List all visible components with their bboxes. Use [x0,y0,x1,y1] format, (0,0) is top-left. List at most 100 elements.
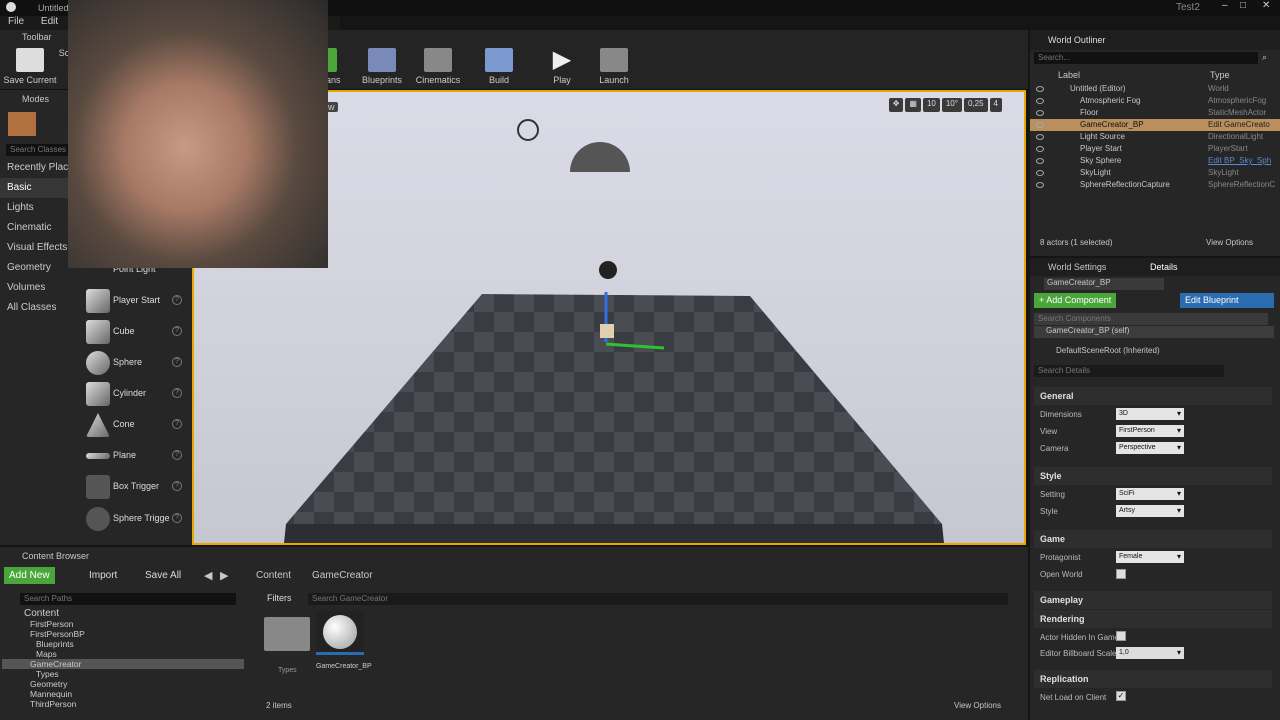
category-all-classes[interactable]: All Classes [0,298,80,318]
place-item-player-start[interactable]: Player Start? [82,287,190,315]
category-volumes[interactable]: Volumes [0,278,80,298]
place-item-cube[interactable]: Cube? [82,318,190,346]
component-self[interactable]: GameCreator_BP (self) [1034,326,1274,338]
place-item-plane[interactable]: Plane? [82,442,190,470]
tree-item[interactable]: Types [2,669,244,679]
outliner-col-label[interactable]: Label [1058,70,1080,80]
tree-item[interactable]: FirstPerson [2,619,244,629]
launch-button[interactable]: Launch [586,48,642,85]
save-all-button[interactable]: Save All [140,567,186,584]
place-item-sphere[interactable]: Sphere? [82,349,190,377]
outliner-row[interactable]: Sky Sphere Edit BP_Sky_Sph [1030,155,1280,167]
outliner-col-type[interactable]: Type [1210,70,1230,80]
help-icon[interactable]: ? [172,295,182,305]
blueprints-button[interactable]: Blueprints [354,48,410,85]
outliner-row-selected[interactable]: GameCreator_BP Edit GameCreato [1030,119,1280,131]
place-item-cylinder[interactable]: Cylinder? [82,380,190,408]
place-mode-icon[interactable] [8,112,36,136]
filters-button[interactable]: Filters [262,591,297,605]
visibility-eye-icon[interactable] [1036,182,1044,188]
help-icon[interactable]: ? [172,326,182,336]
tree-item[interactable]: FirstPersonBP [2,629,244,639]
breadcrumb-gamecreator[interactable]: GameCreator [312,570,373,581]
search-paths-input[interactable]: Search Paths [20,593,236,605]
help-icon[interactable]: ? [172,357,182,367]
place-item-cone[interactable]: Cone? [82,411,190,439]
section-style[interactable]: Style [1034,467,1272,485]
close-icon[interactable]: ✕ [1262,0,1270,11]
tree-item[interactable]: ThirdPerson [2,699,244,709]
outliner-row[interactable]: SkyLight SkyLight [1030,167,1280,179]
tree-item[interactable]: Content [2,608,244,619]
section-replication[interactable]: Replication [1034,670,1272,688]
search-components-input[interactable]: Search Components [1034,313,1268,325]
dimensions-dropdown[interactable]: 3D [1116,408,1184,420]
search-classes-input[interactable]: Search Classes [6,144,68,156]
visibility-eye-icon[interactable] [1036,134,1044,140]
visibility-eye-icon[interactable] [1036,98,1044,104]
outliner-view-options[interactable]: View Options [1206,238,1253,247]
help-icon[interactable]: ? [172,450,182,460]
place-item-sphere-trigger[interactable]: Sphere Trigge? [82,505,190,533]
content-view-options[interactable]: View Options [954,701,1001,710]
cinematics-button[interactable]: Cinematics [410,48,466,85]
import-button[interactable]: Import [84,567,122,584]
section-gameplay[interactable]: Gameplay [1034,591,1272,609]
back-arrow-icon[interactable]: ◀ [204,569,212,582]
forward-arrow-icon[interactable]: ▶ [220,569,228,582]
actor-name-field[interactable]: GameCreator_BP [1044,278,1164,290]
tree-item[interactable]: Geometry [2,679,244,689]
camera-dropdown[interactable]: Perspective [1116,442,1184,454]
visibility-eye-icon[interactable] [1036,86,1044,92]
place-item-box-trigger[interactable]: Box Trigger? [82,473,190,501]
tree-item[interactable]: Maps [2,649,244,659]
maximize-icon[interactable]: □ [1240,0,1246,11]
billboard-scale-field[interactable]: 1,0 [1116,647,1184,659]
add-new-button[interactable]: Add New [4,567,55,584]
actor-hidden-checkbox[interactable] [1116,631,1126,641]
outliner-row[interactable]: Atmospheric Fog AtmosphericFog [1030,95,1280,107]
level-tab[interactable]: Untitled [38,3,69,13]
section-rendering[interactable]: Rendering [1034,610,1272,628]
folder-icon[interactable] [264,617,310,651]
menu-edit[interactable]: Edit [41,16,58,27]
visibility-eye-icon[interactable] [1036,110,1044,116]
blueprint-asset-thumbnail[interactable] [316,611,364,655]
visibility-eye-icon[interactable] [1036,122,1044,128]
search-details-input[interactable]: Search Details [1034,365,1224,377]
visibility-eye-icon[interactable] [1036,158,1044,164]
net-load-checkbox[interactable]: ✓ [1116,691,1126,701]
tree-item[interactable]: Mannequin [2,689,244,699]
outliner-row[interactable]: Light Source DirectionalLight [1030,131,1280,143]
help-icon[interactable]: ? [172,419,182,429]
save-current-button[interactable]: Save Current [2,48,58,85]
open-world-checkbox[interactable] [1116,569,1126,579]
tab-details[interactable]: Details [1150,262,1178,272]
build-button[interactable]: Build [471,48,527,85]
search-gamecreator-input[interactable]: Search GameCreator [308,593,1008,605]
tree-item-selected[interactable]: GameCreator [2,659,244,669]
outliner-row[interactable]: Player Start PlayerStart [1030,143,1280,155]
outliner-row[interactable]: SphereReflectionCapture SphereReflectionC [1030,179,1280,191]
protagonist-dropdown[interactable]: Female [1116,551,1184,563]
breadcrumb-content[interactable]: Content [256,570,291,581]
component-root[interactable]: DefaultSceneRoot (Inherited) [1056,346,1160,355]
outliner-row[interactable]: Floor StaticMeshActor [1030,107,1280,119]
add-component-button[interactable]: + Add Component [1034,293,1117,308]
tab-world-settings[interactable]: World Settings [1048,262,1106,272]
edit-blueprint-button[interactable]: Edit Blueprint [1180,293,1274,308]
tree-item[interactable]: Blueprints [2,639,244,649]
play-button[interactable]: ▶ Play [534,48,590,86]
view-dropdown[interactable]: FirstPerson [1116,425,1184,437]
section-general[interactable]: General [1034,387,1272,405]
minimize-icon[interactable]: – [1222,0,1228,11]
help-icon[interactable]: ? [172,513,182,523]
menu-file[interactable]: File [8,16,24,27]
help-icon[interactable]: ? [172,388,182,398]
outliner-search-input[interactable]: Search... [1034,52,1258,64]
help-icon[interactable]: ? [172,481,182,491]
outliner-row[interactable]: Untitled (Editor) World [1030,83,1280,95]
section-game[interactable]: Game [1034,530,1272,548]
setting-dropdown[interactable]: SciFi [1116,488,1184,500]
visibility-eye-icon[interactable] [1036,170,1044,176]
